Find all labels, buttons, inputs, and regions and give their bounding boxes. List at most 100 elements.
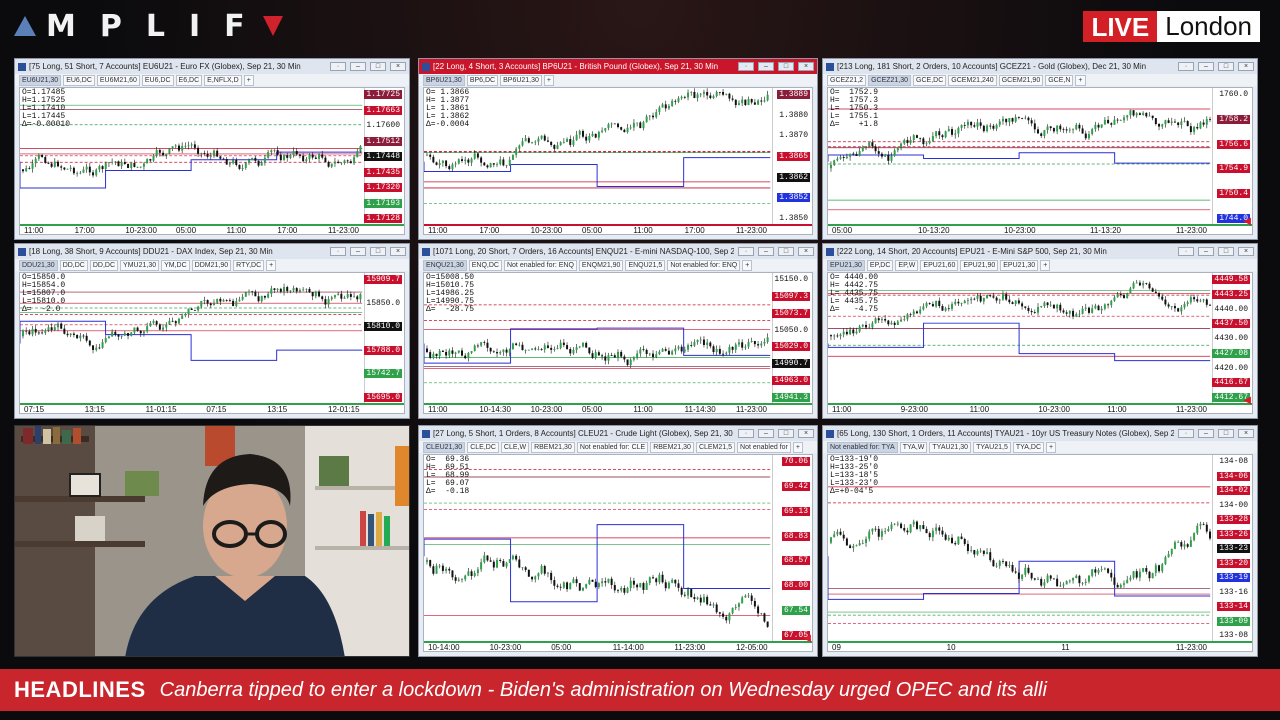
instrument-tab[interactable]: ENQU21,5	[625, 259, 666, 271]
pin-icon[interactable]: ·	[1178, 62, 1194, 71]
minimize-icon[interactable]: –	[758, 247, 774, 256]
instrument-tab[interactable]: CLE,W	[500, 441, 530, 453]
close-icon[interactable]: ×	[1238, 62, 1254, 71]
instrument-tab[interactable]: YMU21,30	[120, 259, 160, 271]
maximize-icon[interactable]: □	[1218, 62, 1234, 71]
time-axis[interactable]: 11:00 17:00 10-23:00 05:00 11:00 17:00 11-23:0…	[20, 224, 404, 234]
panel-titlebar[interactable]: [27 Long, 5 Short, 1 Orders, 8 Accounts]…	[419, 426, 817, 441]
price-chart[interactable]: O= 4440.00 H= 4442.75 L= 4435.75 L= 4435.75…	[827, 272, 1253, 414]
instrument-tab[interactable]: EPU21,60	[920, 259, 959, 271]
panel-titlebar[interactable]: [75 Long, 51 Short, 7 Accounts] EU6U21 -…	[15, 59, 409, 74]
price-chart[interactable]: O=15850.0 H=15854.0 L=15807.0 L=15810.0 Δ= -…	[19, 272, 405, 414]
price-chart[interactable]: O= 69.36 H= 69.51 L= 68.99 L= 69.07 Δ= -0.18…	[423, 454, 813, 652]
instrument-tab[interactable]: EPU21,30	[1000, 259, 1039, 271]
instrument-tab[interactable]: +	[243, 74, 254, 86]
instrument-tab[interactable]: BP6,DC	[466, 74, 499, 86]
instrument-tab[interactable]: EP,W	[895, 259, 919, 271]
pin-icon[interactable]: ·	[738, 62, 754, 71]
time-axis[interactable]: 07:15 13:15 11-01:15 07:15 13:15 12-01:15	[20, 403, 404, 413]
time-axis[interactable]: 11:00 9-23:00 11:00 10-23:00 11:00 11-23:00	[828, 403, 1252, 413]
instrument-tab[interactable]: EU6U21,30	[19, 74, 62, 86]
minimize-icon[interactable]: –	[1198, 62, 1214, 71]
instrument-tab[interactable]: GCE,N	[1045, 74, 1074, 86]
price-axis[interactable]: 15909.7 15850.0 15810.0 15788.0 15742.7 15695…	[364, 273, 404, 403]
close-icon[interactable]: ×	[1238, 247, 1254, 256]
instrument-tab[interactable]: DD,DC	[59, 259, 88, 271]
instrument-tab[interactable]: +	[1046, 441, 1057, 453]
instrument-tab[interactable]: RTY,DC	[233, 259, 265, 271]
instrument-tab[interactable]: BP6U21,30	[423, 74, 465, 86]
panel-titlebar[interactable]: [213 Long, 181 Short, 2 Orders, 10 Accou…	[823, 59, 1257, 74]
instrument-tab[interactable]: Not enabled for: ENQ	[503, 259, 577, 271]
instrument-tab[interactable]: +	[543, 74, 555, 86]
instrument-tab[interactable]: GCEM21,240	[948, 74, 997, 86]
close-icon[interactable]: ×	[798, 429, 814, 438]
pin-icon[interactable]: ·	[1178, 429, 1194, 438]
instrument-tab[interactable]: EPU21,90	[960, 259, 999, 271]
instrument-tab[interactable]: DD,DC	[89, 259, 119, 271]
instrument-tab[interactable]: TYA,DC	[1012, 441, 1044, 453]
instrument-tab[interactable]: +	[792, 441, 803, 453]
maximize-icon[interactable]: □	[370, 247, 386, 256]
instrument-tab[interactable]: EU6M21,60	[96, 74, 140, 86]
panel-titlebar[interactable]: [222 Long, 14 Short, 20 Accounts] EPU21 …	[823, 244, 1257, 259]
price-axis[interactable]: 1.17725 1.17663 1.17600 1.17512 1.17448 1.174…	[364, 88, 404, 224]
instrument-tab[interactable]: Not enabled for: TYA	[827, 441, 898, 453]
instrument-tab[interactable]: EP,DC	[866, 259, 894, 271]
instrument-tab[interactable]: Not enabled for: ENQ	[667, 259, 741, 271]
instrument-tab[interactable]: GCEZ21,30	[868, 74, 912, 86]
instrument-tab[interactable]: E6,DC	[175, 74, 203, 86]
time-axis[interactable]: 05:00 10-13:20 10-23:00 11-13:20 11-23:00	[828, 224, 1252, 234]
close-icon[interactable]: ×	[798, 247, 814, 256]
instrument-tab[interactable]: +	[266, 259, 277, 271]
price-chart[interactable]: O= 1.3866 H= 1.3877 L= 1.3861 L= 1.3862 Δ=-0…	[423, 87, 813, 235]
close-icon[interactable]: ×	[390, 247, 406, 256]
price-chart[interactable]: O=15008.50 H=15010.75 L=14986.25 L=14990.75…	[423, 272, 813, 414]
instrument-tab[interactable]: GCEZ21,2	[827, 74, 867, 86]
price-axis[interactable]: 134-08 134-06 134-02 134-00 133-28 133-26 133-…	[1212, 455, 1252, 641]
instrument-tab[interactable]: EU6,DC	[63, 74, 95, 86]
instrument-tab[interactable]: YM,DC	[161, 259, 190, 271]
instrument-tab[interactable]: TYAU21,5	[973, 441, 1011, 453]
maximize-icon[interactable]: □	[370, 62, 386, 71]
instrument-tab[interactable]: +	[1075, 74, 1086, 86]
instrument-tab[interactable]: EPU21,30	[827, 259, 865, 271]
scroll-right-arrow-icon[interactable]: ◀	[1243, 216, 1251, 227]
time-axis[interactable]: 09 10 11 11-23:00	[828, 641, 1252, 651]
instrument-tab[interactable]: DDU21,30	[19, 259, 58, 271]
instrument-tab[interactable]: GCEM21,90	[998, 74, 1044, 86]
instrument-tab[interactable]: ENQM21,90	[578, 259, 624, 271]
pin-icon[interactable]: ·	[330, 247, 346, 256]
panel-titlebar[interactable]: [18 Long, 38 Short, 9 Accounts] DDU21 - …	[15, 244, 409, 259]
instrument-tab[interactable]: E,NFLX,D	[204, 74, 242, 86]
price-axis[interactable]: 15150.0 15097.3 15073.7 15050.0 15029.0 14990…	[772, 273, 812, 403]
instrument-tab[interactable]: TYAU21,30	[929, 441, 972, 453]
minimize-icon[interactable]: –	[758, 429, 774, 438]
close-icon[interactable]: ×	[1238, 429, 1254, 438]
panel-titlebar[interactable]: [1071 Long, 20 Short, 7 Orders, 16 Accou…	[419, 244, 817, 259]
scroll-right-arrow-icon[interactable]: ◀	[1243, 395, 1251, 406]
instrument-tab[interactable]: TYA,W	[899, 441, 928, 453]
instrument-tab[interactable]: RBEM21,30	[650, 441, 694, 453]
pin-icon[interactable]: ·	[330, 62, 346, 71]
instrument-tab[interactable]: +	[1040, 259, 1051, 271]
minimize-icon[interactable]: –	[350, 62, 366, 71]
instrument-tab[interactable]: RBEM21,30	[531, 441, 575, 453]
instrument-tab[interactable]: Not enabled for: CLE	[576, 441, 649, 453]
panel-titlebar[interactable]: [65 Long, 130 Short, 1 Orders, 11 Accoun…	[823, 426, 1257, 441]
price-axis[interactable]: 4449.58 4443.25 4440.00 4437.50 4430.00 4427.…	[1212, 273, 1252, 403]
instrument-tab[interactable]: EU6,DC	[141, 74, 174, 86]
maximize-icon[interactable]: □	[1218, 429, 1234, 438]
instrument-tab[interactable]: ENQU21,30	[423, 259, 467, 271]
price-chart[interactable]: O=1.17485 H=1.17525 L=1.17410 L=1.17445 Δ=-0…	[19, 87, 405, 235]
price-chart[interactable]: O= 1752.9 H= 1757.3 L= 1750.3 L= 1755.1 Δ= +…	[827, 87, 1253, 235]
price-chart[interactable]: O=133-19'0 H=133-25'0 L=133-18'5 L=133-23'0…	[827, 454, 1253, 652]
close-icon[interactable]: ×	[390, 62, 406, 71]
minimize-icon[interactable]: –	[758, 62, 774, 71]
instrument-tab[interactable]: CLE,DC	[467, 441, 499, 453]
maximize-icon[interactable]: □	[1218, 247, 1234, 256]
price-axis[interactable]: 70.06 69.42 69.13 68.83 68.57 68.00 67.54 67.05	[772, 455, 812, 641]
time-axis[interactable]: 10-14:00 10-23:00 05:00 11-14:00 11-23:00 12-…	[424, 641, 812, 651]
time-axis[interactable]: 11:00 10-14:30 10-23:00 05:00 11:00 11-14:30 1…	[424, 403, 812, 413]
panel-titlebar[interactable]: [22 Long, 4 Short, 3 Accounts] BP6U21 - …	[419, 59, 817, 74]
